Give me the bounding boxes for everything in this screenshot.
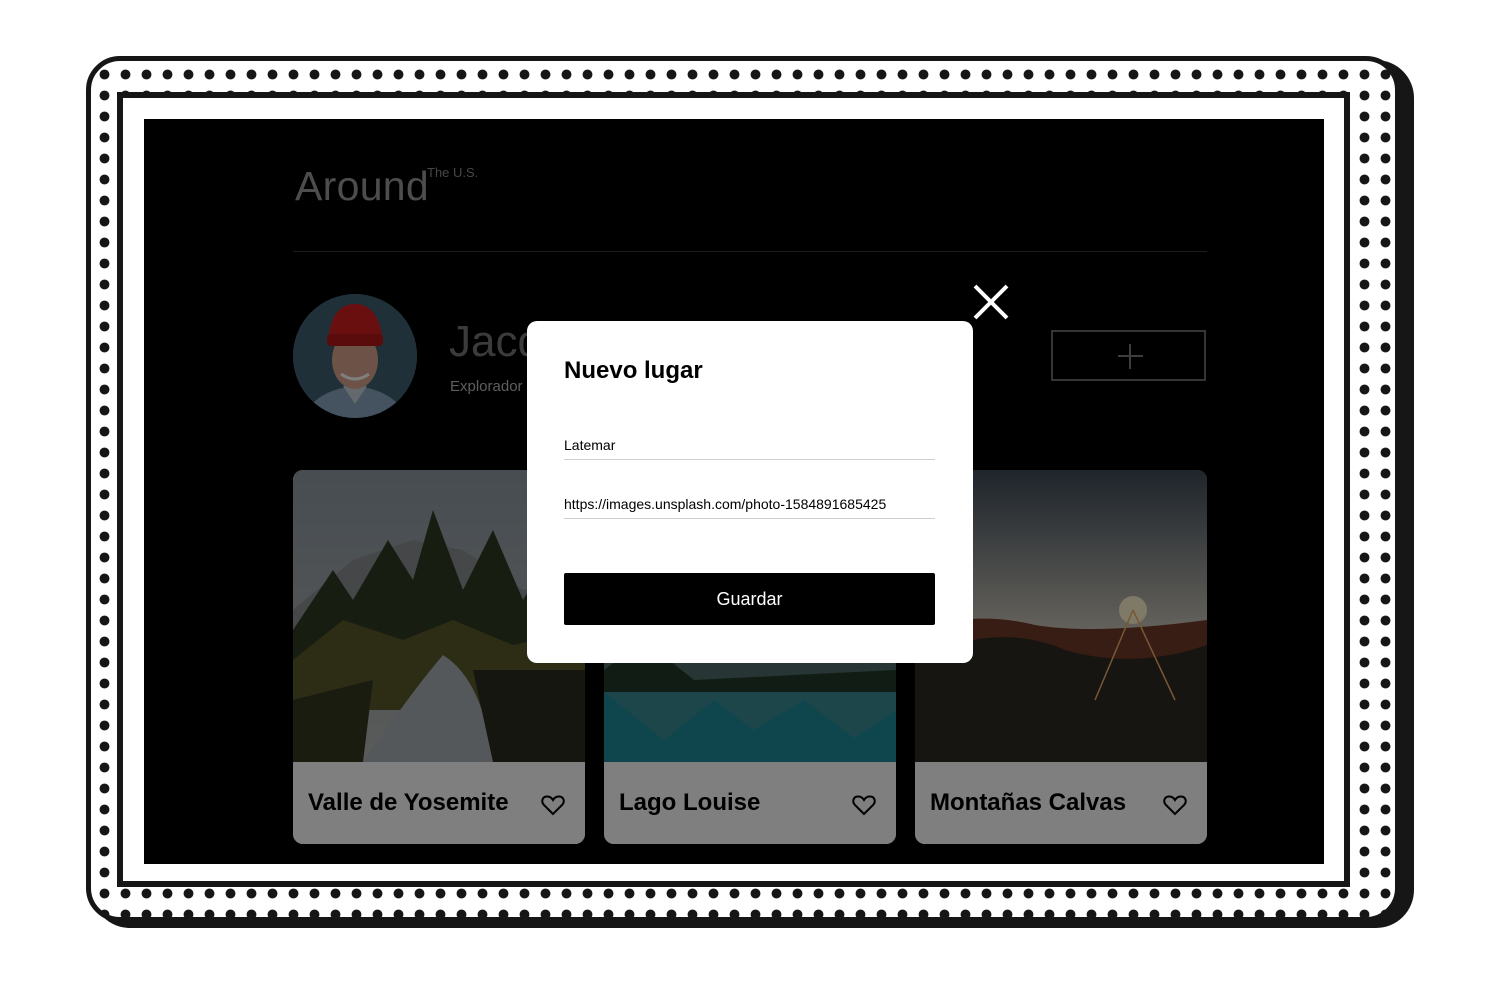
- image-link-input[interactable]: [564, 489, 935, 519]
- close-icon[interactable]: [972, 283, 1010, 321]
- modal-title: Nuevo lugar: [564, 357, 703, 384]
- new-place-modal: Nuevo lugar Guardar: [527, 321, 973, 663]
- app-screen: Around The U.S. Jacques Cousteau Explora…: [144, 119, 1324, 864]
- place-name-input[interactable]: [564, 430, 935, 460]
- save-button[interactable]: Guardar: [564, 573, 935, 625]
